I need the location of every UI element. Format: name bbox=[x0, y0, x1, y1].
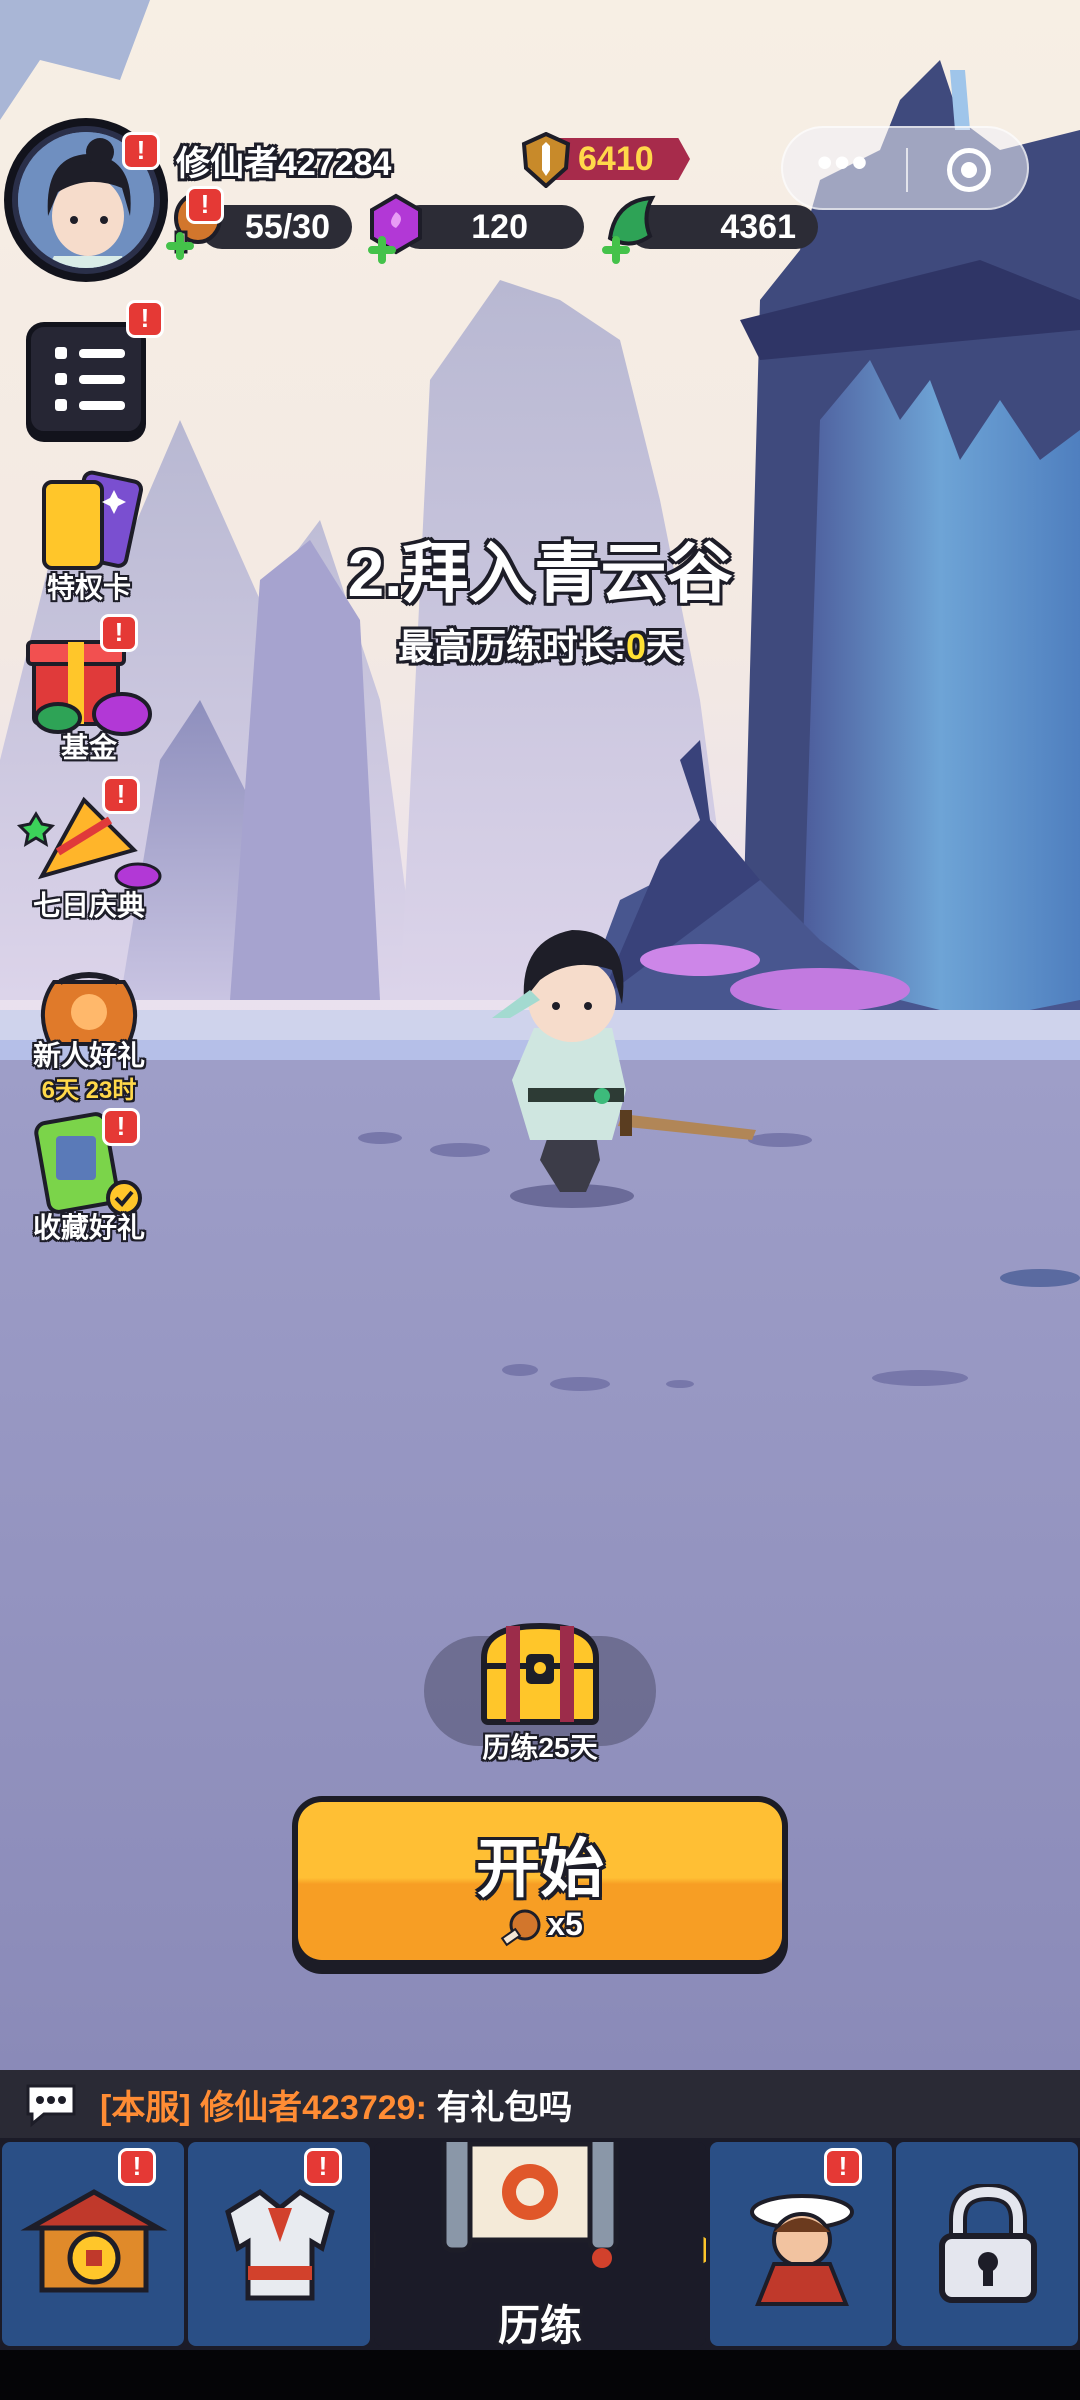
jade-plus-icon[interactable] bbox=[596, 190, 666, 268]
start-cost: x5 bbox=[298, 1906, 782, 1947]
hall-icon bbox=[20, 2189, 168, 2293]
stamina-value: 55/30 bbox=[244, 208, 330, 246]
master-alert-badge: ! bbox=[824, 2148, 862, 2186]
gem-value: 120 bbox=[471, 208, 528, 246]
equipment-alert-badge: ! bbox=[304, 2148, 342, 2186]
list-dot bbox=[55, 373, 67, 385]
list-line bbox=[79, 401, 125, 410]
tab-adventure[interactable]: 历练 bbox=[374, 2142, 706, 2346]
chat-user: 修仙者423729: bbox=[200, 2089, 427, 2127]
list-icon bbox=[55, 347, 67, 359]
start-button-face: 开始 x5 bbox=[298, 1802, 782, 1960]
monk-icon bbox=[750, 2194, 854, 2306]
list-line bbox=[79, 375, 125, 384]
capsule-separator bbox=[906, 148, 908, 192]
menu-alert-badge: ! bbox=[126, 300, 164, 338]
system-bottom-strip bbox=[0, 2350, 1080, 2400]
scroll-icon bbox=[441, 2142, 619, 2268]
chat-server-tag: [本服] bbox=[100, 2089, 191, 2127]
arrow-right-icon bbox=[700, 2231, 706, 2269]
chat-bubble-icon bbox=[26, 2084, 76, 2128]
stage-title: 2.拜入青云谷 bbox=[347, 536, 733, 610]
start-cost-value: x5 bbox=[547, 1906, 583, 1942]
party-popper-icon bbox=[16, 796, 162, 890]
phone-card-icon bbox=[34, 1112, 142, 1216]
armor-icon bbox=[225, 2188, 335, 2301]
stamina-alert-badge: ! bbox=[186, 186, 224, 224]
chat-text: 有礼包吗 bbox=[436, 2089, 573, 2127]
tab-equipment[interactable] bbox=[188, 2142, 370, 2346]
lock-icon bbox=[939, 2184, 1037, 2303]
tab-adventure-label: 历练 bbox=[497, 2302, 582, 2346]
tab-locked[interactable] bbox=[896, 2142, 1078, 2346]
combat-power: 6410 bbox=[520, 132, 690, 188]
chat-message: [本服] 修仙者423729: 有礼包吗 bbox=[100, 2080, 572, 2129]
menu-button[interactable] bbox=[26, 322, 146, 436]
tab-master[interactable] bbox=[710, 2142, 892, 2346]
power-value: 6410 bbox=[578, 140, 654, 178]
stage-record: 最高历练时长:0天 bbox=[0, 618, 1080, 670]
side-item-favorite-gift[interactable]: ! 收藏好礼 bbox=[14, 1108, 164, 1260]
jade-value: 4361 bbox=[720, 208, 796, 246]
close-target-icon[interactable] bbox=[947, 148, 991, 192]
side-item-label: 七日庆典 bbox=[32, 890, 145, 921]
celebration-alert-badge: ! bbox=[102, 776, 140, 814]
side-item-label: 新人好礼 bbox=[32, 1040, 145, 1071]
list-line bbox=[79, 349, 125, 358]
avatar-alert-badge: ! bbox=[122, 132, 160, 170]
tab-hall[interactable] bbox=[2, 2142, 184, 2346]
hall-alert-badge: ! bbox=[118, 2148, 156, 2186]
treasure-chest-icon bbox=[481, 1622, 599, 1725]
mini-program-capsule: ••• bbox=[781, 126, 1029, 210]
sword-shield-icon bbox=[521, 132, 571, 188]
favorite-alert-badge: ! bbox=[102, 1108, 140, 1146]
list-dot bbox=[55, 399, 67, 411]
drumstick-icon bbox=[500, 1909, 541, 1946]
arrow-left-icon bbox=[374, 2231, 376, 2269]
start-button[interactable]: 开始 x5 bbox=[292, 1796, 788, 1974]
stage-record-suffix: 天 bbox=[646, 626, 683, 667]
purple-gem-plus-icon[interactable] bbox=[362, 190, 432, 268]
player-name: 修仙者427284 bbox=[176, 145, 392, 183]
stage-record-value: 0 bbox=[625, 626, 646, 667]
side-item-newbie-gift[interactable]: 新人好礼 6天 23时 bbox=[14, 950, 164, 1104]
start-label: 开始 bbox=[476, 1833, 604, 1905]
newbie-gift-countdown: 6天 23时 bbox=[41, 1077, 137, 1104]
side-item-seven-day-celebration[interactable]: ! 七日庆典 bbox=[14, 776, 164, 930]
bottom-tab-bar: ! ! 历练 ! bbox=[0, 2138, 1080, 2350]
more-icon[interactable]: ••• bbox=[817, 138, 869, 188]
side-item-label: 收藏好礼 bbox=[32, 1212, 145, 1243]
stage-record-prefix: 最高历练时长: bbox=[397, 626, 626, 667]
chest-label: 历练25天 bbox=[482, 1732, 598, 1763]
side-item-label: 基金 bbox=[60, 732, 117, 763]
chat-bar[interactable]: [本服] 修仙者423729: 有礼包吗 bbox=[0, 2070, 1080, 2138]
